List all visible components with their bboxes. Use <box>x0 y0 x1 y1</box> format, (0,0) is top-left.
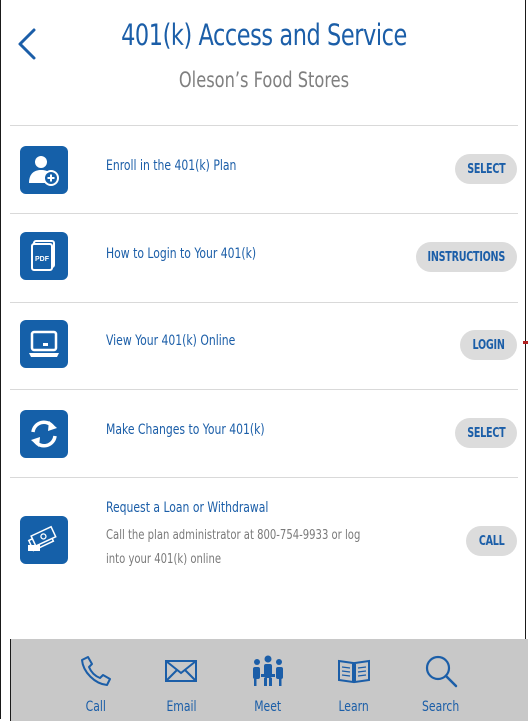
tab-meet[interactable]: Meet <box>236 639 300 721</box>
tab-call[interactable]: Call <box>64 639 128 721</box>
enroll-select-button[interactable]: SELECT <box>455 154 517 184</box>
red-marker <box>523 341 528 344</box>
row-label: Enroll in the 401(k) Plan <box>106 158 237 174</box>
laptop-icon <box>20 320 68 368</box>
refresh-icon <box>20 410 68 458</box>
phone-icon <box>76 651 116 691</box>
list-item-view-online[interactable]: View Your 401(k) Online LOGIN <box>0 303 528 389</box>
list-item-loan-withdrawal[interactable]: Request a Loan or Withdrawal Call the pl… <box>0 478 528 588</box>
row-label: Request a Loan or Withdrawal <box>106 500 269 516</box>
chevron-left-icon <box>18 28 36 60</box>
tab-search[interactable]: Search <box>409 639 473 721</box>
book-icon <box>334 651 374 691</box>
page-title: 401(k) Access and Service <box>121 18 407 52</box>
row-description: Call the plan administrator at 800-754-9… <box>106 528 361 567</box>
group-meet-icon <box>248 651 288 691</box>
tab-label: Email <box>165 699 197 715</box>
row-label: View Your 401(k) Online <box>106 333 236 349</box>
row-label: Make Changes to Your 401(k) <box>106 422 265 438</box>
tab-learn[interactable]: Learn <box>322 639 386 721</box>
envelope-icon <box>161 651 201 691</box>
money-transfer-icon <box>20 516 68 564</box>
user-add-icon <box>20 146 68 194</box>
changes-select-button[interactable]: SELECT <box>455 418 517 448</box>
pdf-document-icon: PDF <box>20 232 68 280</box>
list-item-make-changes[interactable]: Make Changes to Your 401(k) SELECT <box>0 390 528 477</box>
tab-label: Meet <box>254 699 282 715</box>
company-subtitle: Oleson’s Food Stores <box>178 68 350 92</box>
login-button[interactable]: LOGIN <box>460 330 517 360</box>
tab-email[interactable]: Email <box>149 639 213 721</box>
search-icon <box>421 651 461 691</box>
bottom-tab-bar: Call Email Meet Learn Search <box>10 639 528 721</box>
svg-text:PDF: PDF <box>35 256 50 263</box>
tab-label: Search <box>422 699 460 715</box>
call-button[interactable]: CALL <box>466 526 517 556</box>
list-item-enroll[interactable]: Enroll in the 401(k) Plan SELECT <box>0 126 528 213</box>
tab-label: Call <box>85 699 107 715</box>
list-item-login-instructions[interactable]: PDF How to Login to Your 401(k) INSTRUCT… <box>0 214 528 302</box>
instructions-button[interactable]: INSTRUCTIONS <box>416 242 517 272</box>
tab-label: Learn <box>338 699 370 715</box>
row-label: How to Login to Your 401(k) <box>106 246 257 262</box>
